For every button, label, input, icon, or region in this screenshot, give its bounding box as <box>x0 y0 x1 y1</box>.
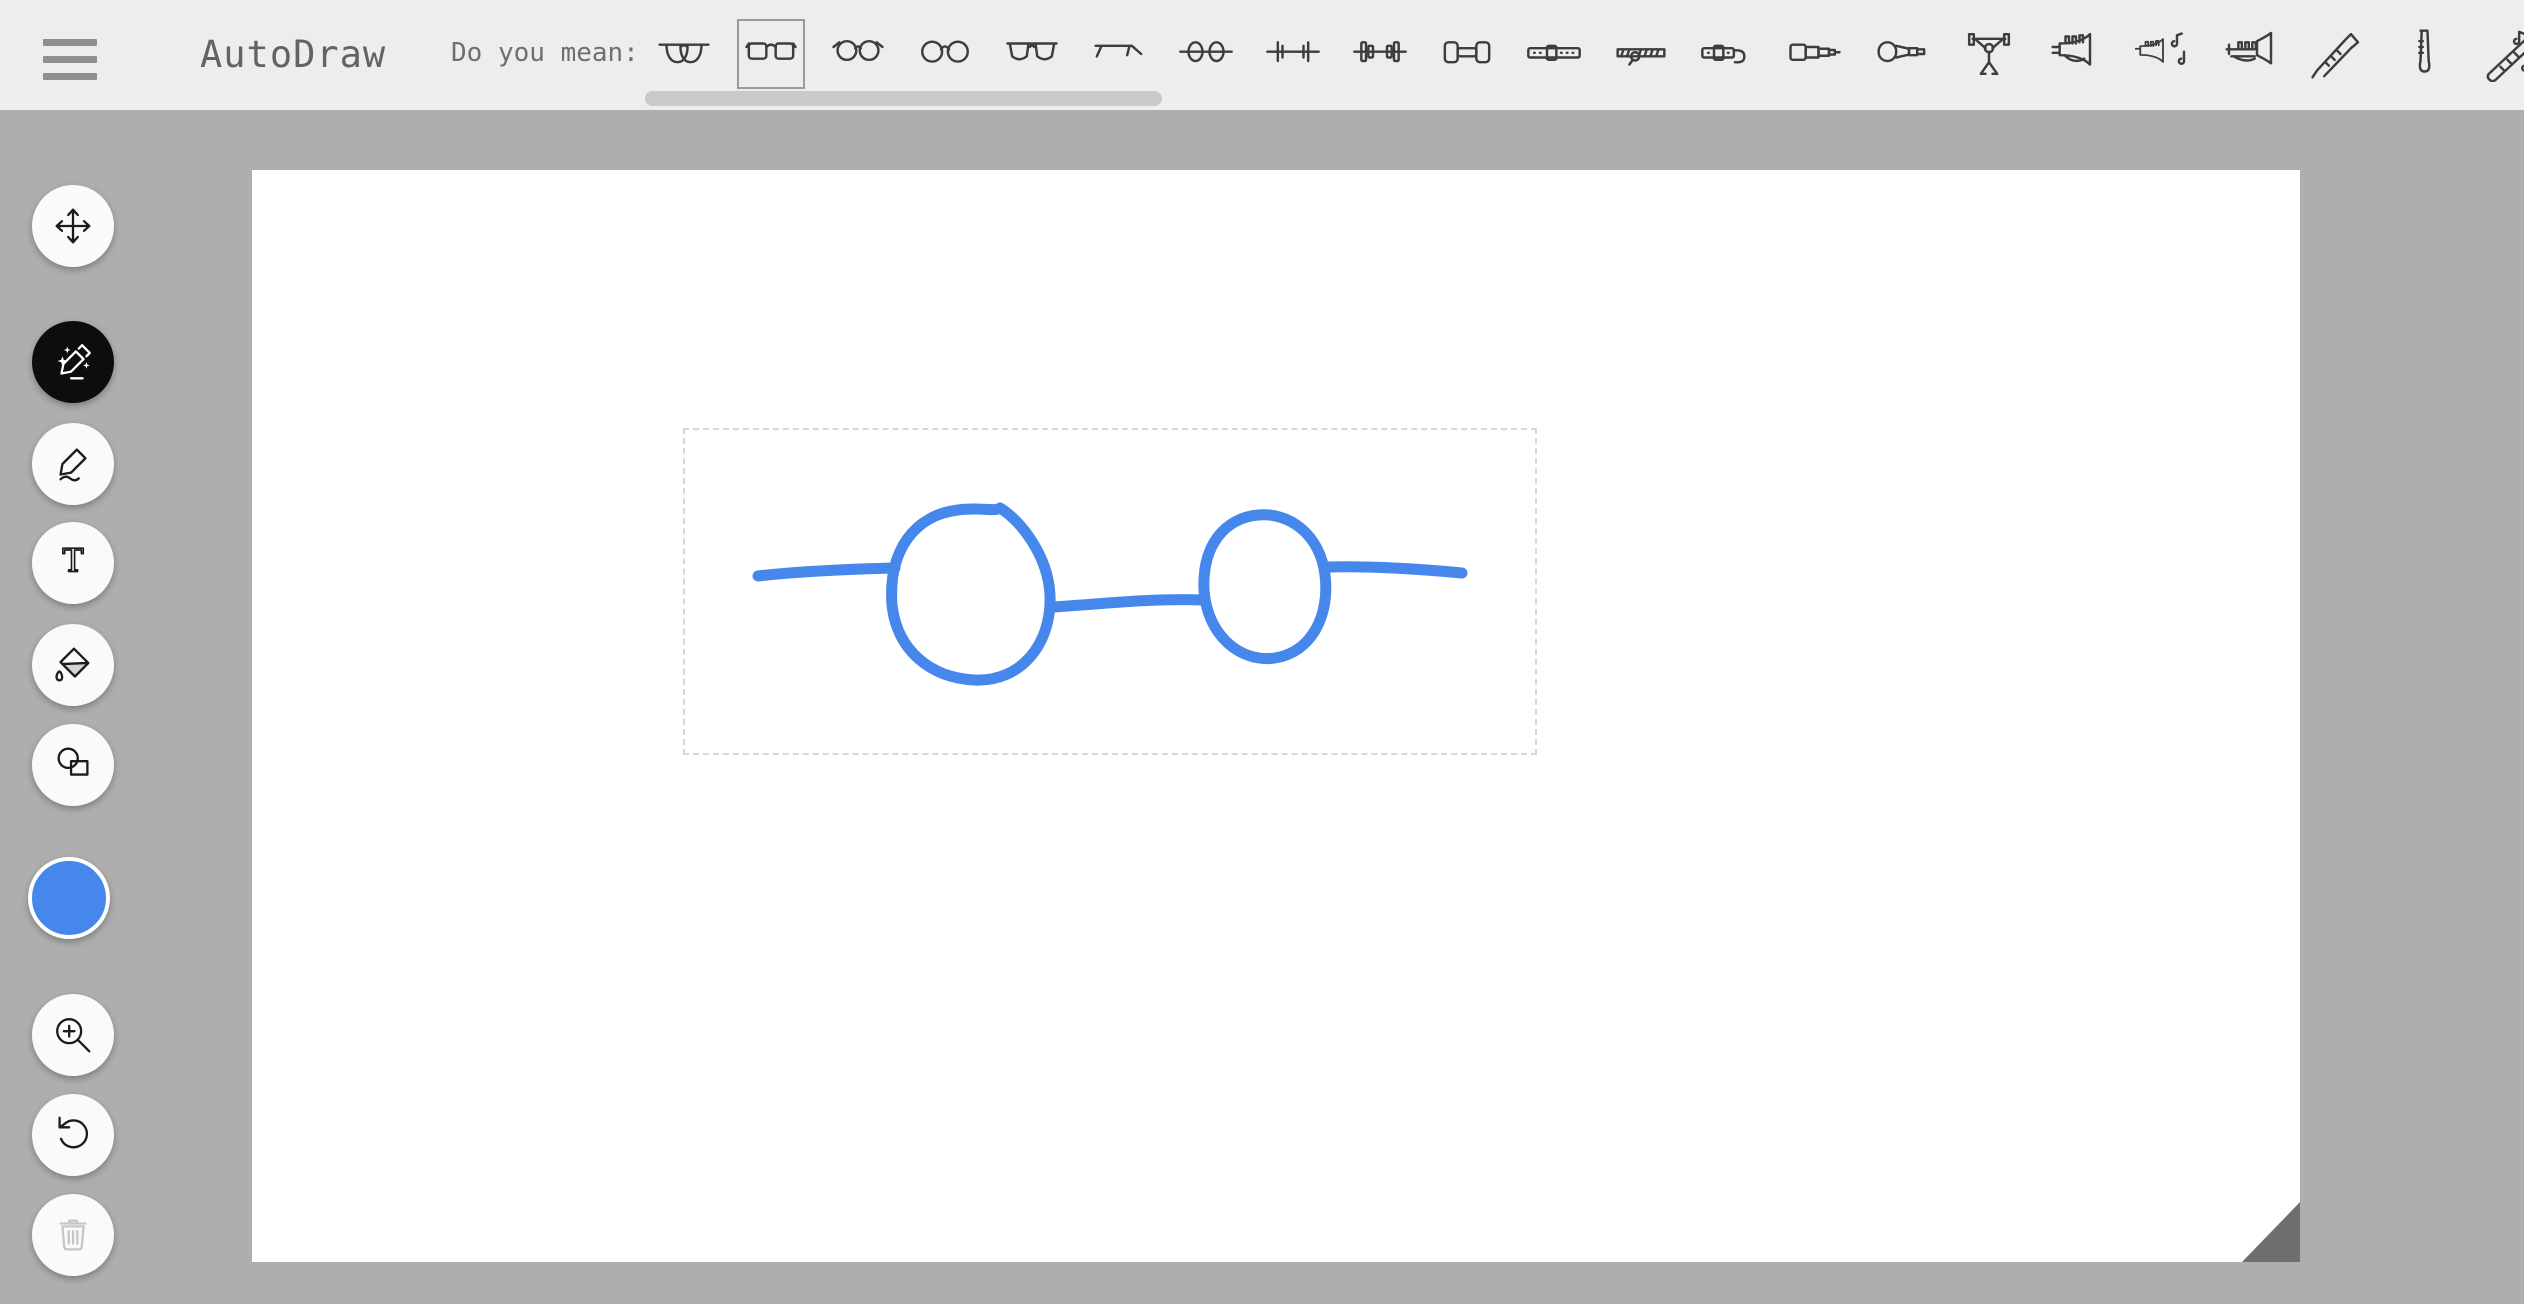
suggestion-cat-eye-sunglasses[interactable] <box>824 19 892 89</box>
type-tool[interactable]: T <box>32 522 114 604</box>
shapes-icon <box>50 742 96 788</box>
undo-tool[interactable] <box>32 1094 114 1176</box>
text-icon: T <box>50 540 96 586</box>
suggestion-folded-glasses[interactable] <box>1085 19 1153 89</box>
telescope-small-icon <box>1787 26 1843 82</box>
svg-text:T: T <box>62 544 83 580</box>
suggestion-trumpet-with-notes[interactable] <box>2129 19 2197 89</box>
undo-icon <box>50 1112 96 1158</box>
clarinet-upright-icon <box>2396 26 2452 82</box>
magic-pencil-icon <box>50 339 96 385</box>
suggestion-prompt: Do you mean: <box>451 0 639 110</box>
zoom-tool[interactable] <box>32 994 114 1076</box>
suggestion-flute-with-notes[interactable] <box>2477 19 2524 89</box>
suggestion-pince-nez-glasses[interactable] <box>1172 19 1240 89</box>
cornet-icon <box>2222 26 2278 82</box>
flute-notes-icon <box>2483 26 2524 82</box>
suggestion-belt-with-buckle[interactable] <box>1694 19 1762 89</box>
pencil-icon <box>50 441 96 487</box>
barbell-icon <box>1352 26 1408 82</box>
sunglasses-aviator-icon <box>656 26 712 82</box>
suggestion-spyglass[interactable] <box>1781 19 1849 89</box>
glasses-folded-icon <box>1091 26 1147 82</box>
glasses-wayfarer-icon <box>1004 26 1060 82</box>
suggestion-dumbbell[interactable] <box>1433 19 1501 89</box>
suggestion-weightlifter[interactable] <box>1955 19 2023 89</box>
magnifier-plus-icon <box>50 1012 96 1058</box>
trumpet-icon <box>2048 26 2104 82</box>
suggestion-rope-belt[interactable] <box>1607 19 1675 89</box>
clarinet-icon <box>2309 26 2365 82</box>
weightlifter-icon <box>1961 26 2017 82</box>
glasses-thick-rim-icon <box>743 26 799 82</box>
suggestion-belt[interactable] <box>1520 19 1588 89</box>
topbar: AutoDraw Do you mean: <box>0 0 2524 110</box>
sunglasses-cat-eye-icon <box>830 26 886 82</box>
suggestion-thin-barbell[interactable] <box>1259 19 1327 89</box>
glasses-pince-nez-icon <box>1178 26 1234 82</box>
suggestion-aviator-sunglasses[interactable] <box>650 19 718 89</box>
telescope-icon <box>1874 26 1930 82</box>
move-icon <box>50 203 96 249</box>
select-tool[interactable] <box>32 185 114 267</box>
suggestion-upright-clarinet[interactable] <box>2390 19 2458 89</box>
glasses-round-icon <box>917 26 973 82</box>
delete-tool[interactable] <box>32 1194 114 1276</box>
belt-buckle-icon <box>1700 26 1756 82</box>
suggestion-clarinet[interactable] <box>2303 19 2371 89</box>
shape-tool[interactable] <box>32 724 114 806</box>
canvas-resize-handle[interactable] <box>2242 1202 2300 1262</box>
suggestion-round-glasses[interactable] <box>911 19 979 89</box>
trash-icon <box>50 1212 96 1258</box>
suggestion-wayfarer-glasses[interactable] <box>998 19 1066 89</box>
hamburger-menu-icon[interactable] <box>43 39 97 80</box>
rope-belt-icon <box>1613 26 1669 82</box>
suggestion-trumpet[interactable] <box>2042 19 2110 89</box>
trumpet-notes-icon <box>2135 26 2191 82</box>
dumbbell-icon <box>1439 26 1495 82</box>
suggestion-cornet[interactable] <box>2216 19 2284 89</box>
suggestion-strip <box>650 19 2524 89</box>
paint-bucket-icon <box>50 642 96 688</box>
suggestion-barbell[interactable] <box>1346 19 1414 89</box>
app-title: AutoDraw <box>200 0 386 110</box>
barbell-thin-icon <box>1265 26 1321 82</box>
autodraw-tool[interactable] <box>32 321 114 403</box>
suggestions-scrollbar[interactable] <box>645 91 1162 106</box>
belt-icon <box>1526 26 1582 82</box>
selection-box[interactable] <box>683 428 1537 755</box>
drawing-canvas[interactable] <box>252 170 2300 1262</box>
color-tool[interactable] <box>28 857 110 939</box>
draw-tool[interactable] <box>32 423 114 505</box>
suggestion-telescope[interactable] <box>1868 19 1936 89</box>
fill-tool[interactable] <box>32 624 114 706</box>
suggestion-thick-rim-glasses[interactable] <box>737 19 805 89</box>
